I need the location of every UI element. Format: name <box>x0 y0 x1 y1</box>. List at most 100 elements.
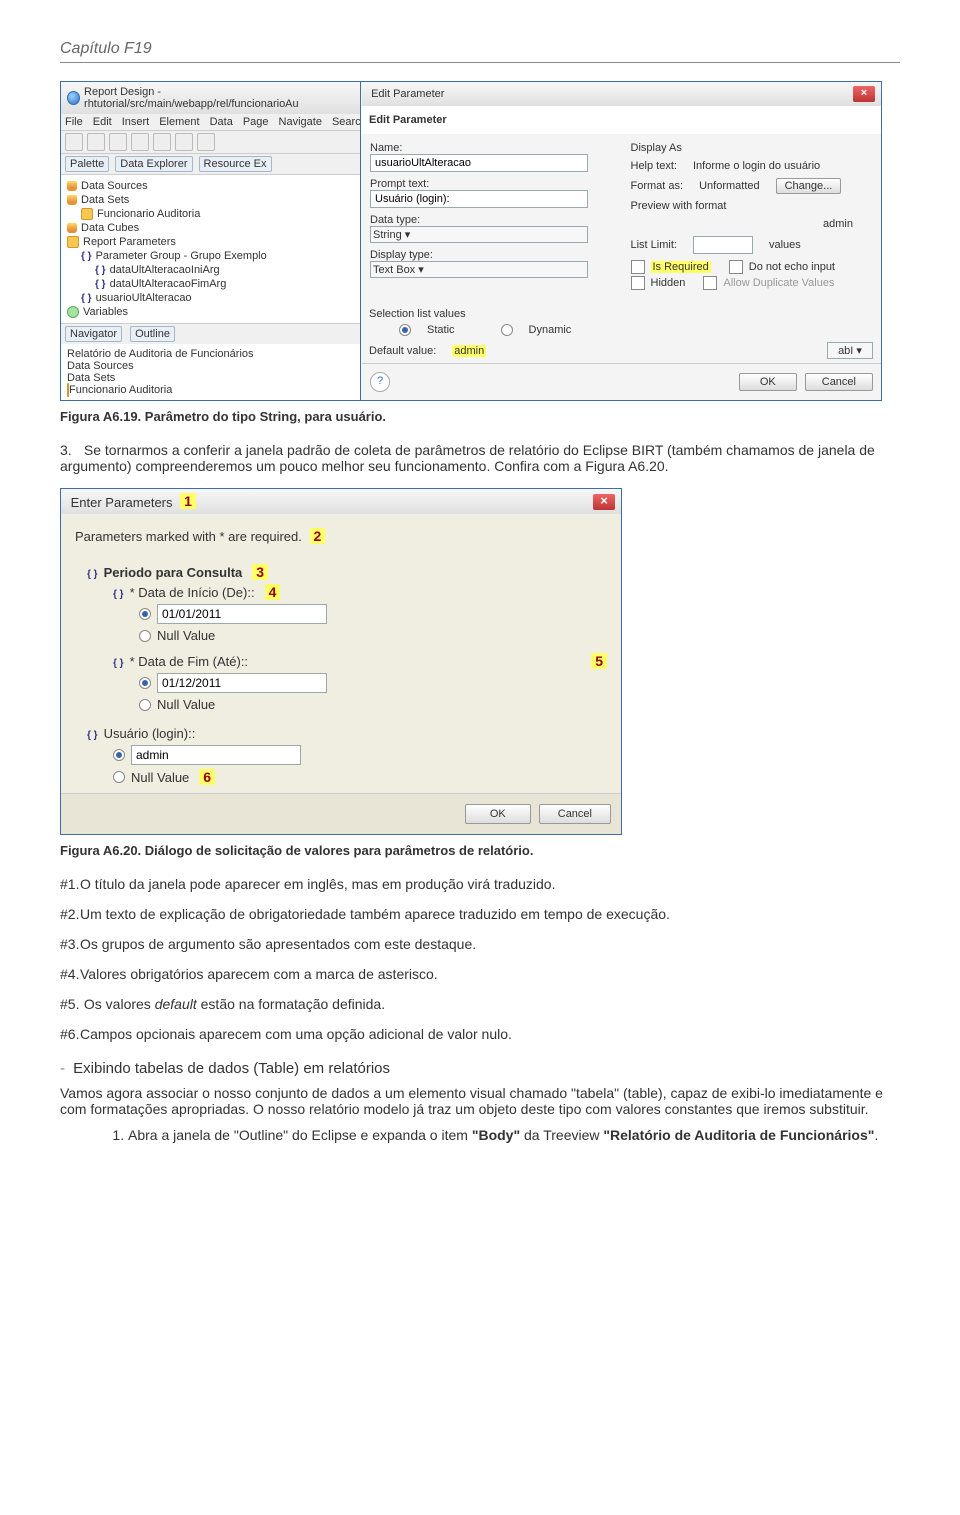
paragraph-3: 3. Se tornarmos a conferir a janela padr… <box>60 442 900 474</box>
abi-select[interactable]: abI ▾ <box>827 342 873 359</box>
static-radio[interactable] <box>399 324 411 336</box>
menu-edit[interactable]: Edit <box>93 116 112 128</box>
tree-funcionario-auditoria[interactable]: Funcionario Auditoria <box>97 208 200 220</box>
outline-funcionario-auditoria[interactable]: Funcionario Auditoria <box>69 384 172 396</box>
hidden-label: Hidden <box>651 277 686 289</box>
marker-4: 4 <box>265 584 281 600</box>
help-text-label: Help text: <box>631 160 677 172</box>
menu-element[interactable]: Element <box>159 116 199 128</box>
menubar[interactable]: File Edit Insert Element Data Page Navig… <box>61 114 361 131</box>
param-icon <box>81 292 92 304</box>
list-limit-values: values <box>769 239 801 251</box>
outline-report-title[interactable]: Relatório de Auditoria de Funcionários <box>67 348 254 360</box>
default-value: admin <box>452 345 486 357</box>
hash1-text: O título da janela pode aparecer em ingl… <box>80 876 556 892</box>
ok-button[interactable]: OK <box>739 373 797 391</box>
toolbar-button[interactable] <box>197 133 215 151</box>
group-periodo: Periodo para Consulta <box>104 565 243 580</box>
ok-button[interactable]: OK <box>465 804 531 824</box>
hidden-checkbox[interactable] <box>631 276 645 290</box>
outline-tree: Relatório de Auditoria de Funcionários D… <box>61 344 361 400</box>
display-as-label: Display As <box>631 142 874 154</box>
tree-param-usuario[interactable]: usuarioUltAlteracao <box>96 292 192 304</box>
null-value-label: Null Value <box>157 628 215 643</box>
data-fim-null-radio[interactable] <box>139 699 151 711</box>
menu-data[interactable]: Data <box>210 116 233 128</box>
param-icon <box>95 264 106 276</box>
cancel-button[interactable]: Cancel <box>805 373 873 391</box>
data-fim-value-radio[interactable] <box>139 677 151 689</box>
dynamic-radio[interactable] <box>501 324 513 336</box>
left-tabs[interactable]: Palette Data Explorer Resource Ex <box>61 154 361 175</box>
tab-navigator[interactable]: Navigator <box>65 326 122 342</box>
toolbar-button[interactable] <box>153 133 171 151</box>
toolbar-button[interactable] <box>131 133 149 151</box>
outline-data-sets[interactable]: Data Sets <box>67 372 115 384</box>
allow-dup-checkbox[interactable] <box>703 276 717 290</box>
tab-data-explorer[interactable]: Data Explorer <box>115 156 192 172</box>
menu-insert[interactable]: Insert <box>122 116 150 128</box>
change-button[interactable]: Change... <box>776 178 842 194</box>
close-icon[interactable]: × <box>593 494 615 510</box>
figure-caption-a620: Figura A6.20. Diálogo de solicitação de … <box>60 843 900 858</box>
close-icon[interactable]: × <box>853 86 875 102</box>
data-inicio-input[interactable] <box>157 604 327 624</box>
prompt-input[interactable] <box>370 190 588 208</box>
usuario-null-radio[interactable] <box>113 771 125 783</box>
format-as-label: Format as: <box>631 180 684 192</box>
marker-1: 1 <box>180 493 196 509</box>
toolbar[interactable] <box>61 131 361 154</box>
usuario-input[interactable] <box>131 745 301 765</box>
eclipse-title: Report Design - rhtutorial/src/main/weba… <box>84 86 355 110</box>
menu-navigate[interactable]: Navigate <box>279 116 322 128</box>
tree-data-sources[interactable]: Data Sources <box>81 180 148 192</box>
tree-variables[interactable]: Variables <box>83 306 128 318</box>
data-cubes-icon <box>67 223 77 233</box>
preview-label: Preview with format <box>631 200 727 212</box>
usuario-value-radio[interactable] <box>113 749 125 761</box>
data-type-select[interactable]: String ▾ <box>370 226 588 243</box>
tab-palette[interactable]: Palette <box>65 156 109 172</box>
tree-param-ini[interactable]: dataUltAlteracaoIniArg <box>110 264 220 276</box>
is-required-checkbox[interactable] <box>631 260 645 274</box>
name-input[interactable] <box>370 154 588 172</box>
para3-number: 3. <box>60 442 80 458</box>
outline-tabs[interactable]: Navigator Outline <box>61 323 361 344</box>
help-icon[interactable]: ? <box>370 372 390 392</box>
data-type-label: Data type: <box>370 214 613 226</box>
required-hint: Parameters marked with * are required. 2 <box>75 528 607 544</box>
tab-resource-ex[interactable]: Resource Ex <box>199 156 272 172</box>
tree-param-group[interactable]: Parameter Group - Grupo Exemplo <box>96 250 267 262</box>
menu-page[interactable]: Page <box>243 116 269 128</box>
tab-outline[interactable]: Outline <box>130 326 175 342</box>
no-echo-checkbox[interactable] <box>729 260 743 274</box>
enter-params-title: Enter Parameters <box>71 495 173 510</box>
data-inicio-value-radio[interactable] <box>139 608 151 620</box>
list-limit-input[interactable] <box>693 236 753 254</box>
toolbar-button[interactable] <box>175 133 193 151</box>
cancel-button[interactable]: Cancel <box>539 804 611 824</box>
tree-report-parameters[interactable]: Report Parameters <box>83 236 176 248</box>
tree-data-sets[interactable]: Data Sets <box>81 194 129 206</box>
format-as-value: Unformatted <box>699 180 760 192</box>
data-inicio-null-radio[interactable] <box>139 630 151 642</box>
outline-data-sources[interactable]: Data Sources <box>67 360 134 372</box>
toolbar-button[interactable] <box>109 133 127 151</box>
hash5-tag: #5. <box>60 996 80 1012</box>
toolbar-button[interactable] <box>65 133 83 151</box>
display-type-select[interactable]: Text Box ▾ <box>370 261 588 278</box>
param-group-icon <box>81 250 92 262</box>
edit-param-titlebar: Edit Parameter × <box>362 82 881 106</box>
default-value-label: Default value: <box>369 345 436 357</box>
tree-data-cubes[interactable]: Data Cubes <box>81 222 139 234</box>
hash3-text: Os grupos de argumento são apresentados … <box>80 936 476 952</box>
param-icon <box>87 726 98 741</box>
page-chapter-header: Capítulo F19 <box>60 40 900 63</box>
null-value-label: Null Value <box>131 770 189 785</box>
toolbar-button[interactable] <box>87 133 105 151</box>
menu-file[interactable]: File <box>65 116 83 128</box>
allow-dup-label: Allow Duplicate Values <box>723 277 834 289</box>
data-fim-input[interactable] <box>157 673 327 693</box>
para3-text: Se tornarmos a conferir a janela padrão … <box>60 442 875 474</box>
tree-param-fim[interactable]: dataUltAlteracaoFimArg <box>110 278 227 290</box>
